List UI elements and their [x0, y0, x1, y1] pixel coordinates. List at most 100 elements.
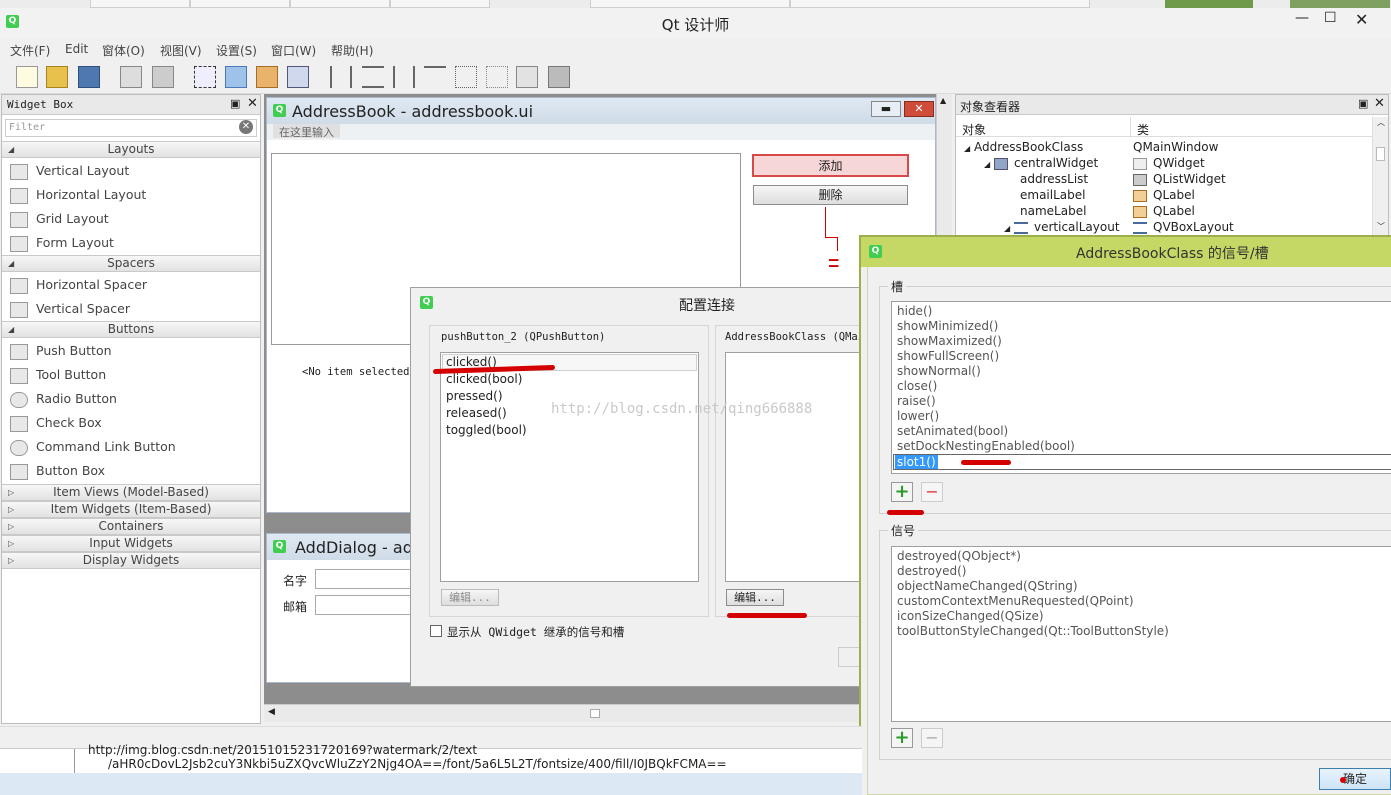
widget-button-box[interactable]: Button Box [10, 461, 105, 481]
show-inherited-checkbox[interactable] [430, 625, 442, 637]
list-item[interactable]: iconSizeChanged(QSize) [897, 609, 1044, 623]
list-item[interactable]: showFullScreen() [897, 349, 999, 363]
delete-button[interactable]: 删除 [753, 185, 908, 205]
list-item[interactable]: released() [446, 406, 507, 420]
list-item[interactable]: toggled(bool) [446, 423, 527, 437]
widget-push-button[interactable]: Push Button [10, 341, 112, 361]
widget-horizontal-spacer[interactable]: Horizontal Spacer [10, 275, 147, 295]
edit-buddies-icon[interactable] [256, 66, 278, 88]
category-display-widgets[interactable]: ▷ Display Widgets [2, 552, 260, 569]
close-panel-icon[interactable]: ✕ [247, 96, 258, 111]
tree-row[interactable]: ◢ centralWidget [984, 156, 1098, 170]
list-item[interactable]: destroyed() [897, 564, 966, 578]
clear-filter-icon[interactable]: ✕ [239, 120, 253, 134]
widget-vertical-layout[interactable]: Vertical Layout [10, 161, 129, 181]
ok-button[interactable]: 确定 [1319, 768, 1391, 790]
edit-tab-order-icon[interactable] [287, 66, 309, 88]
edit-slots-button[interactable]: 编辑... [726, 589, 784, 606]
email-field[interactable] [315, 595, 425, 615]
list-item[interactable]: close() [897, 379, 937, 393]
browser-tab-strip [0, 0, 1391, 8]
menu-view[interactable]: 视图(V) [160, 42, 202, 59]
close-panel-icon[interactable]: ✕ [1374, 96, 1385, 111]
menu-help[interactable]: 帮助(H) [331, 42, 373, 59]
list-item[interactable]: showMinimized() [897, 319, 998, 333]
list-item[interactable]: clicked(bool) [446, 372, 522, 386]
widget-tool-button[interactable]: Tool Button [10, 365, 106, 385]
slots-label: 槽 [888, 278, 907, 295]
tree-row[interactable]: emailLabel [1020, 188, 1085, 202]
float-icon[interactable]: ▣ [1358, 97, 1368, 110]
mdi-close-icon[interactable]: ✕ [904, 101, 934, 117]
send-to-back-icon[interactable] [120, 66, 142, 88]
bring-to-front-icon[interactable] [152, 66, 174, 88]
edit-signals-slots-icon[interactable] [225, 66, 247, 88]
layout-splitter-v-icon[interactable] [424, 66, 446, 88]
save-icon[interactable] [78, 66, 100, 88]
widget-radio-button[interactable]: Radio Button [10, 389, 117, 409]
add-button[interactable]: 添加 [752, 154, 909, 177]
menu-form[interactable]: 窗体(O) [102, 42, 145, 59]
break-layout-icon[interactable] [516, 66, 538, 88]
category-spacers[interactable]: ◢ Spacers [2, 255, 260, 272]
inspector-scrollbar[interactable]: ︿ ﹀ [1372, 117, 1388, 235]
list-item[interactable]: raise() [897, 394, 936, 408]
widget-horizontal-layout[interactable]: Horizontal Layout [10, 185, 146, 205]
list-item[interactable]: setDockNestingEnabled(bool) [897, 439, 1075, 453]
category-item-widgets[interactable]: ▷ Item Widgets (Item-Based) [2, 501, 260, 518]
category-input-widgets[interactable]: ▷ Input Widgets [2, 535, 260, 552]
list-item[interactable]: pressed() [446, 389, 503, 403]
list-item[interactable]: lower() [897, 409, 939, 423]
maximize-icon[interactable]: ☐ [1324, 10, 1337, 26]
tree-row[interactable]: addressList [1020, 172, 1088, 186]
layout-grid-icon[interactable] [455, 66, 477, 88]
edit-widgets-icon[interactable] [194, 66, 216, 88]
category-buttons[interactable]: ◢ Buttons [2, 321, 260, 338]
name-field[interactable] [315, 569, 425, 589]
widget-command-link-button[interactable]: Command Link Button [10, 437, 176, 457]
horizontal-scrollbar[interactable]: ◀ [264, 704, 864, 722]
list-item[interactable]: showMaximized() [897, 334, 1002, 348]
widget-vertical-spacer[interactable]: Vertical Spacer [10, 299, 130, 319]
list-item[interactable]: objectNameChanged(QString) [897, 579, 1078, 593]
layout-vertical-icon[interactable] [362, 66, 384, 88]
list-item[interactable]: setAnimated(bool) [897, 424, 1008, 438]
tree-row[interactable]: ◢ verticalLayout [1004, 220, 1120, 234]
widget-check-box[interactable]: Check Box [10, 413, 102, 433]
filter-input[interactable]: Filter ✕ [5, 119, 257, 137]
open-folder-icon[interactable] [46, 66, 68, 88]
tree-row[interactable]: nameLabel [1020, 204, 1086, 218]
menu-window[interactable]: 窗口(W) [271, 42, 316, 59]
add-signal-icon[interactable]: + [891, 728, 913, 748]
new-file-icon[interactable] [16, 66, 38, 88]
minimize-icon[interactable]: — [1295, 10, 1309, 26]
layout-horizontal-icon[interactable] [330, 66, 352, 88]
list-item[interactable]: toolButtonStyleChanged(Qt::ToolButtonSty… [897, 624, 1169, 638]
edit-signals-button[interactable]: 编辑... [441, 589, 499, 606]
list-item[interactable]: showNormal() [897, 364, 981, 378]
category-layouts[interactable]: ◢ Layouts [2, 141, 260, 158]
widget-form-layout[interactable]: Form Layout [10, 233, 114, 253]
slot-list[interactable] [725, 352, 875, 582]
close-icon[interactable]: ✕ [1355, 10, 1368, 29]
menu-file[interactable]: 文件(F) [10, 42, 50, 59]
new-slot-item[interactable]: slot1() [895, 455, 938, 469]
adjust-size-icon[interactable] [548, 66, 570, 88]
float-icon[interactable]: ▣ [230, 97, 240, 110]
add-slot-icon[interactable]: + [891, 482, 913, 502]
list-item[interactable]: destroyed(QObject*) [897, 549, 1021, 563]
menu-edit[interactable]: Edit [65, 42, 88, 56]
category-containers[interactable]: ▷ Containers [2, 518, 260, 535]
remove-slot-icon[interactable]: − [921, 482, 943, 502]
layout-splitter-h-icon[interactable] [393, 66, 415, 88]
layout-form-icon[interactable] [486, 66, 508, 88]
widget-grid-layout[interactable]: Grid Layout [10, 209, 109, 229]
list-item[interactable]: customContextMenuRequested(QPoint) [897, 594, 1134, 608]
widget-box-panel: Widget Box ▣ ✕ Filter ✕ ◢ Layouts Vertica… [1, 94, 261, 724]
type-here-menu[interactable]: 在这里输入 [273, 124, 340, 139]
tree-row[interactable]: ◢ AddressBookClass [964, 140, 1083, 154]
mdi-minimize-icon[interactable]: ▬ [871, 101, 901, 117]
category-item-views[interactable]: ▷ Item Views (Model-Based) [2, 484, 260, 501]
list-item[interactable]: hide() [897, 304, 932, 318]
menu-settings[interactable]: 设置(S) [216, 42, 257, 59]
